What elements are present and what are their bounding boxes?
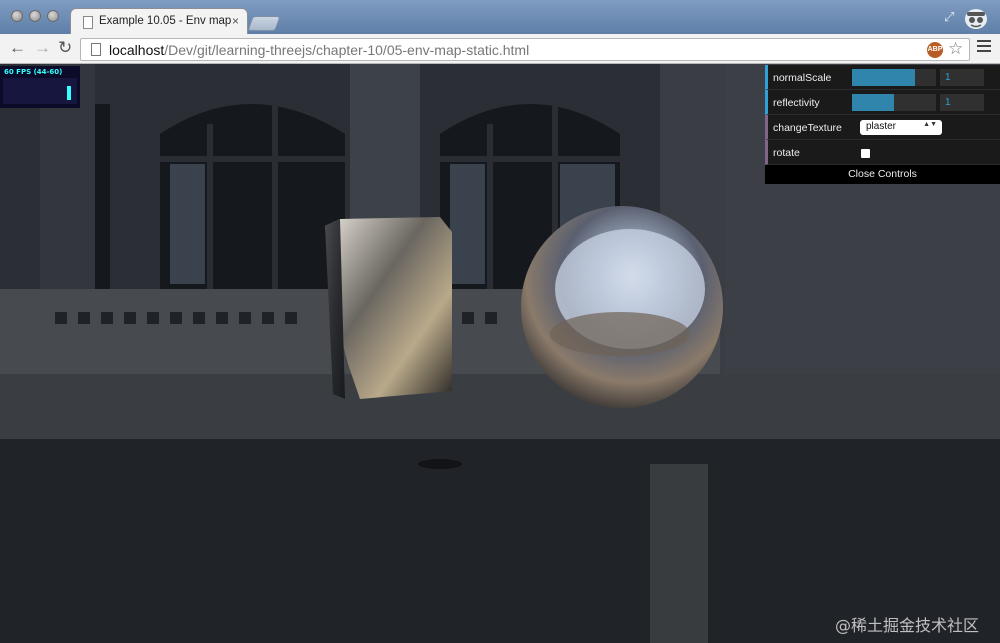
back-icon[interactable]: ←: [9, 38, 26, 58]
control-label: changeTexture: [773, 122, 842, 134]
menu-icon[interactable]: [977, 40, 991, 54]
fps-readout: 60 FPS (44-60): [4, 68, 63, 76]
fps-stats[interactable]: 60 FPS (44-60): [0, 66, 80, 108]
control-label: normalScale: [773, 72, 832, 84]
normalscale-input[interactable]: 1: [940, 69, 984, 86]
control-reflectivity: reflectivity 1: [765, 90, 1000, 115]
star-icon[interactable]: ☆: [948, 39, 963, 59]
close-controls-button[interactable]: Close Controls: [765, 165, 1000, 184]
url-path: /Dev/git/learning-threejs/chapter-10/05-…: [164, 42, 530, 58]
tab-close-icon[interactable]: ×: [232, 14, 239, 28]
control-rotate: rotate: [765, 140, 1000, 165]
normalscale-slider[interactable]: [852, 69, 936, 86]
tab-active[interactable]: Example 10.05 - Env map ×: [70, 8, 248, 35]
checkbox-icon[interactable]: [861, 149, 870, 158]
reflectivity-input[interactable]: 1: [940, 94, 984, 111]
window-titlebar: Example 10.05 - Env map × ⤢: [0, 0, 1000, 35]
adblock-extension-icon[interactable]: ABP: [927, 42, 943, 58]
texture-select[interactable]: plaster ▲▼: [860, 120, 942, 135]
forward-icon[interactable]: →: [34, 38, 51, 58]
reflectivity-slider[interactable]: [852, 94, 936, 111]
page-icon: [91, 43, 101, 56]
reload-icon[interactable]: ↻: [58, 38, 72, 58]
control-changetexture: changeTexture plaster ▲▼: [765, 115, 1000, 140]
control-normalscale: normalScale 1: [765, 65, 1000, 90]
minimize-window-button[interactable]: [29, 10, 41, 22]
browser-toolbar: ← → ↻ localhost/Dev/git/learning-threejs…: [0, 34, 1000, 64]
page-icon: [83, 16, 93, 29]
incognito-icon: [965, 9, 987, 29]
fullscreen-icon[interactable]: ⤢: [944, 9, 954, 25]
controls-panel: normalScale 1 reflectivity 1 changeTextu…: [765, 65, 1000, 184]
dropdown-arrow-icon: ▲▼: [923, 121, 937, 128]
control-label: rotate: [773, 147, 800, 159]
new-tab-button[interactable]: [247, 16, 281, 31]
watermark: @稀土掘金技术社区: [835, 616, 980, 635]
zoom-window-button[interactable]: [47, 10, 59, 22]
address-bar[interactable]: localhost/Dev/git/learning-threejs/chapt…: [80, 38, 970, 61]
url-host: localhost: [109, 42, 165, 58]
texture-select-value: plaster: [866, 121, 897, 132]
close-window-button[interactable]: [11, 10, 23, 22]
fps-graph: [3, 78, 77, 104]
control-label: reflectivity: [773, 97, 820, 109]
url-text[interactable]: localhost/Dev/git/learning-threejs/chapt…: [109, 42, 529, 58]
tab-title: Example 10.05 - Env map: [99, 15, 232, 27]
